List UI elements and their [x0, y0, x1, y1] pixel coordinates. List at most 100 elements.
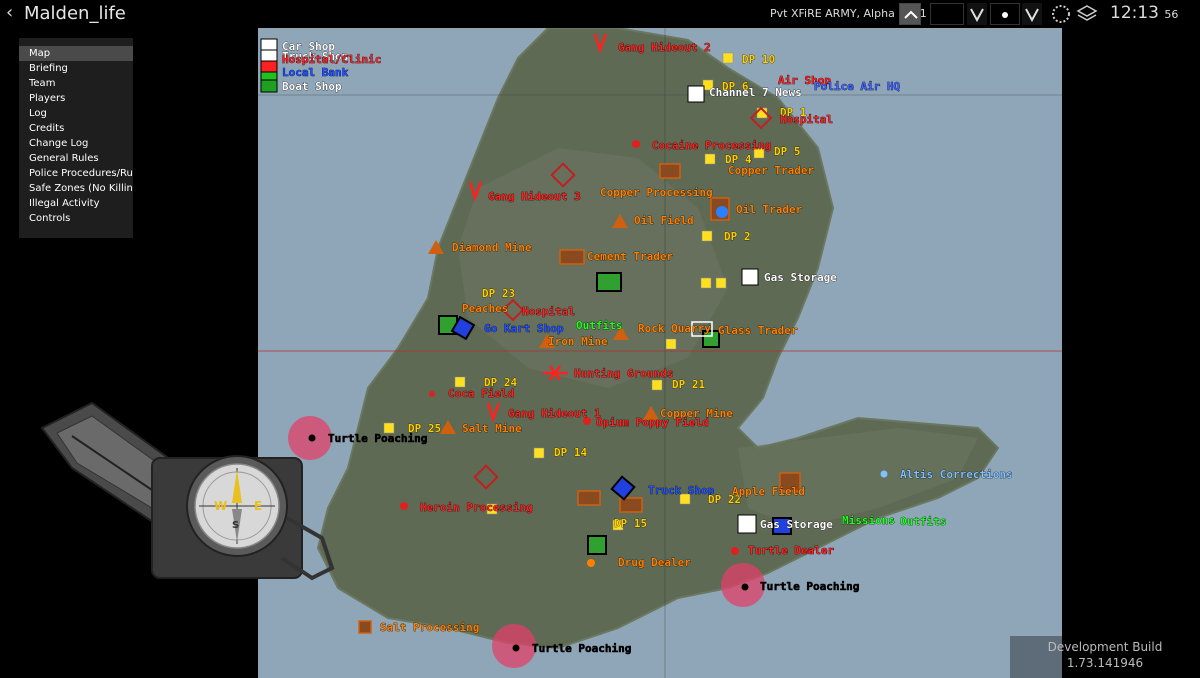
chevron-down-button-2[interactable] — [1022, 3, 1042, 25]
compass-east-letter: E — [254, 499, 262, 513]
menu-item-safe-zones[interactable]: Safe Zones (No Killing) — [19, 181, 133, 196]
menu-item-credits[interactable]: Credits — [19, 121, 133, 136]
copper-processing-icon[interactable] — [659, 163, 681, 179]
map-label: Hospital — [780, 113, 833, 126]
map-label: Turtle Poaching — [532, 642, 631, 655]
clock-seconds: 56 — [1164, 8, 1179, 21]
map-label: Oil Field — [634, 214, 694, 227]
map-view[interactable]: Car Shop Truck Shop Hospital/Clinic Loca… — [258, 28, 1062, 678]
map-label: Go Kart Shop — [484, 322, 564, 335]
legend-label: Boat Shop — [282, 80, 342, 93]
salt-processing-icon[interactable] — [358, 620, 372, 634]
map-label: Rock Quarry — [638, 322, 711, 335]
map-label: Altis Corrections — [900, 468, 1013, 481]
layers-button[interactable] — [1076, 3, 1098, 25]
dp-marker[interactable] — [715, 277, 727, 289]
map-label: Glass Trader — [718, 324, 798, 337]
menu-item-players[interactable]: Players — [19, 91, 133, 106]
top-bar: ‹ Malden_life Pvt XFiRE ARMY, Alpha 1-1 … — [0, 0, 1200, 28]
dp-marker[interactable] — [533, 447, 545, 459]
slot-box-2[interactable] — [990, 3, 1020, 25]
gps-button[interactable] — [1050, 3, 1072, 25]
map-legend: Car Shop Truck Shop Hospital/Clinic Loca… — [282, 40, 382, 94]
boat-shop-icon — [260, 79, 278, 93]
map-label: Copper Trader — [728, 164, 814, 177]
apple-field-icon[interactable] — [577, 490, 601, 506]
chevron-up-icon — [904, 10, 918, 19]
menu-item-log[interactable]: Log — [19, 106, 133, 121]
dp-marker[interactable] — [454, 376, 466, 388]
chevron-up-button[interactable] — [899, 3, 921, 25]
map-label: DP 21 — [672, 378, 705, 391]
map-label: Coca Field — [448, 387, 514, 400]
turtle-dealer-dot[interactable] — [731, 547, 739, 555]
map-label: Channel 7 News — [709, 86, 802, 99]
chevron-down-icon — [1025, 8, 1039, 23]
turtle-dot-2 — [741, 583, 749, 591]
turtle-dot-3 — [512, 644, 520, 652]
compass[interactable]: W E S — [32, 398, 342, 588]
chevron-down-icon — [970, 8, 984, 23]
back-chevron-icon[interactable]: ‹ — [6, 2, 13, 23]
layers-icon — [1076, 5, 1098, 21]
cement-trader-icon[interactable] — [559, 249, 585, 265]
map-label: Police Air HQ — [814, 80, 900, 93]
menu-item-police-procedures[interactable]: Police Procedures/Rules — [19, 166, 133, 181]
chevron-down-button-1[interactable] — [967, 3, 987, 25]
map-label: Turtle Poaching — [760, 580, 859, 593]
menu-item-change-log[interactable]: Change Log — [19, 136, 133, 151]
dev-build-line1: Development Build — [1047, 640, 1163, 654]
map-label: Gang Hideout 1 — [508, 407, 601, 420]
dp-marker[interactable] — [651, 379, 663, 391]
menu-item-controls[interactable]: Controls — [19, 211, 133, 226]
clock-hm: 12:13 — [1110, 3, 1159, 23]
map-label: Hospital — [522, 305, 575, 318]
map-label: Drug Dealer — [618, 556, 691, 569]
map-label: Gang Hideout 3 — [488, 190, 581, 203]
menu-item-briefing[interactable]: Briefing — [19, 61, 133, 76]
compass-icon: W E S — [40, 401, 335, 581]
shop-icon[interactable] — [587, 535, 607, 555]
dp-marker[interactable] — [701, 230, 713, 242]
map-label: DP 14 — [554, 446, 587, 459]
truck-shop-icon — [260, 49, 278, 63]
dp-marker[interactable] — [700, 277, 712, 289]
legend-label: Local Bank — [282, 66, 349, 79]
coca-field-dot[interactable] — [429, 391, 435, 397]
channel-news-icon[interactable] — [687, 85, 705, 103]
slot-box-1[interactable] — [930, 3, 964, 25]
map-legend-icons — [260, 38, 278, 93]
menu-item-team[interactable]: Team — [19, 76, 133, 91]
map-label: DP 25 — [408, 422, 441, 435]
map-label: Salt Processing — [380, 621, 479, 634]
heroin-processing-dot[interactable] — [400, 502, 408, 510]
briefing-menu: Map Briefing Team Players Log Credits Ch… — [19, 38, 133, 238]
map-label: DP 5 — [774, 145, 801, 158]
processing-icon[interactable] — [619, 497, 643, 513]
gas-storage-icon[interactable] — [737, 514, 757, 534]
menu-item-illegal-activity[interactable]: Illegal Activity — [19, 196, 133, 211]
altis-corrections-dot[interactable] — [880, 470, 888, 478]
player-position-icon — [716, 206, 728, 218]
map-label: DP 2 — [724, 230, 751, 243]
compass-west-letter: W — [214, 499, 227, 513]
shop-icon[interactable] — [596, 272, 622, 292]
cocaine-processing-dot[interactable] — [632, 140, 640, 148]
dp-marker[interactable] — [722, 52, 734, 64]
map-label: DP 23 — [482, 287, 515, 300]
dev-build-watermark: Development Build 1.73.141946 — [1010, 636, 1200, 678]
map-label: DP 10 — [742, 53, 775, 66]
window-title: Malden_life — [24, 3, 126, 24]
map-label: Peaches — [462, 302, 508, 315]
dp-marker[interactable] — [665, 338, 677, 350]
map-label: Iron Mine — [548, 335, 608, 348]
menu-item-map[interactable]: Map — [19, 46, 133, 61]
menu-item-general-rules[interactable]: General Rules — [19, 151, 133, 166]
compass-south-letter: S — [232, 520, 239, 531]
map-label: Gas Storage — [760, 518, 833, 531]
map-label: Gang Hideout 2 — [618, 41, 711, 54]
drug-dealer-dot[interactable] — [587, 559, 595, 567]
map-label: Copper Processing — [600, 186, 713, 199]
gas-storage-icon[interactable] — [741, 268, 759, 286]
dp-marker[interactable] — [704, 153, 716, 165]
